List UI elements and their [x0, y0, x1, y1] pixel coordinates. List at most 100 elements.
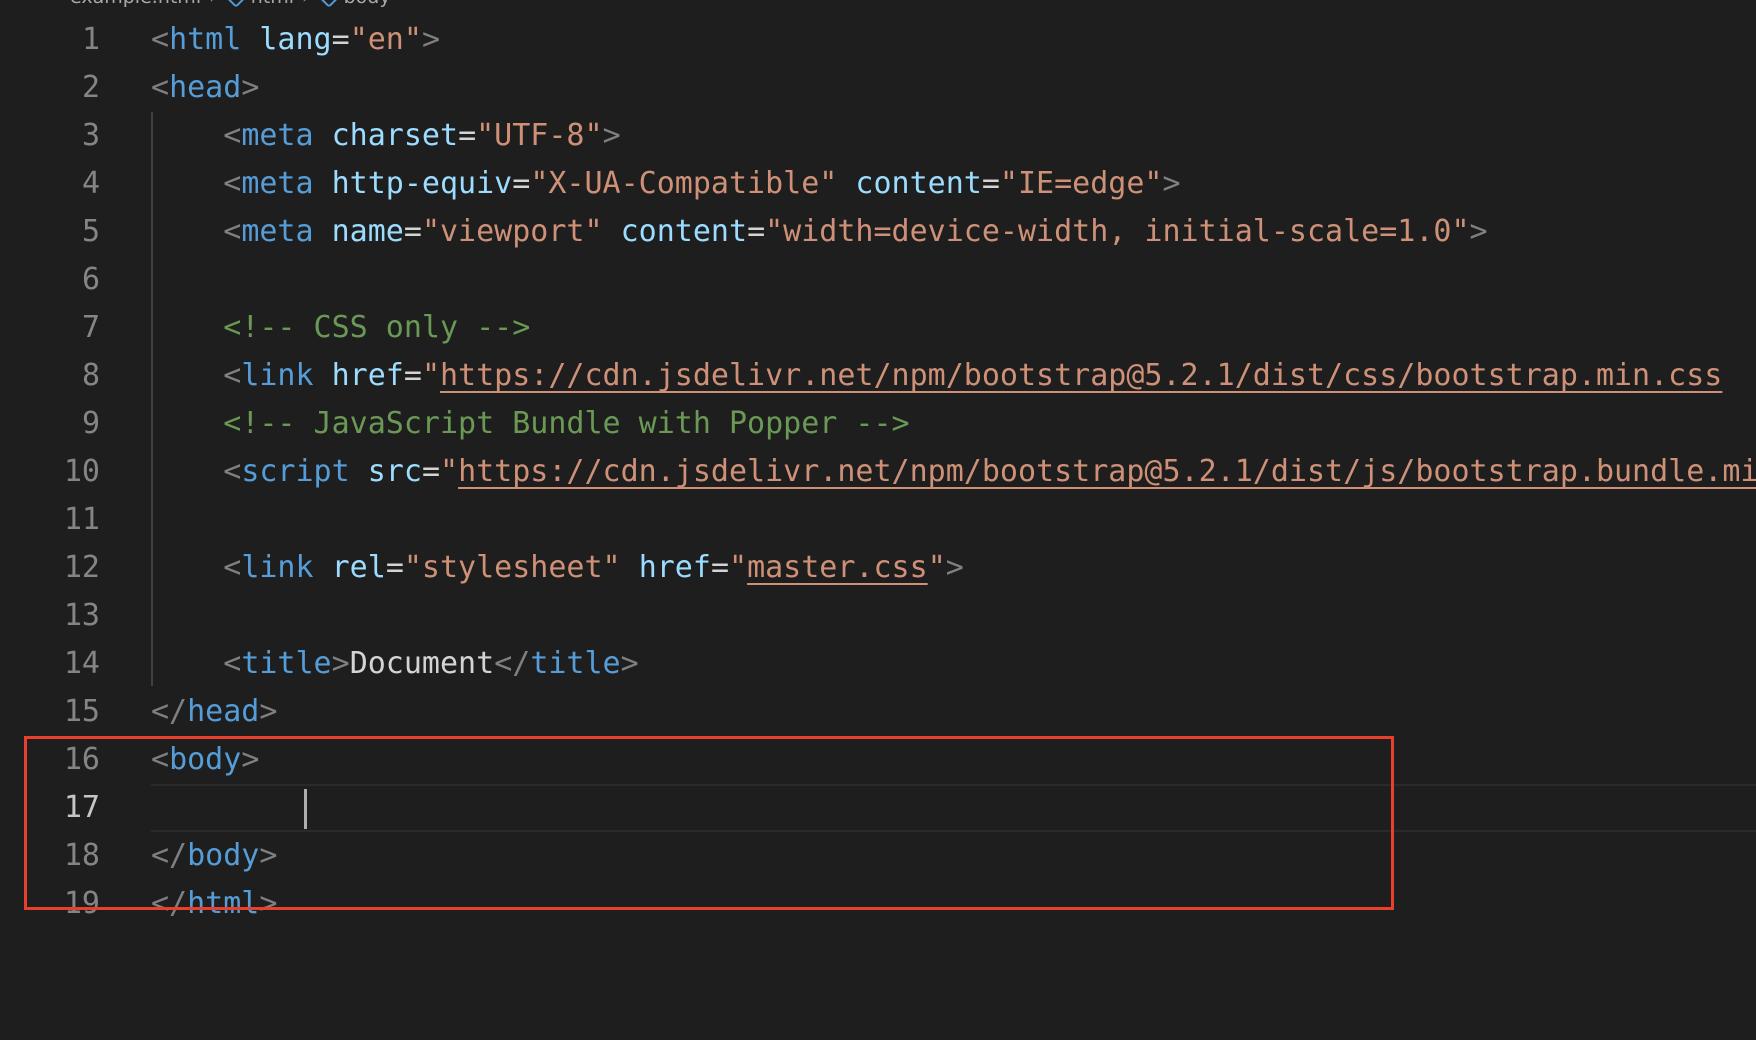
token: <	[223, 214, 242, 249]
token: >	[259, 694, 278, 729]
link-url[interactable]: master.css	[747, 550, 928, 585]
html-element-icon	[225, 0, 246, 8]
token: =	[458, 118, 477, 153]
code-line-5[interactable]: <meta name="viewport" content="width=dev…	[151, 208, 1756, 256]
line-number-active: 17	[63, 790, 100, 825]
code-area[interactable]: <html lang="en"> <head> <meta charset="U…	[151, 16, 1756, 928]
line-number: 3	[81, 118, 100, 153]
token: >	[602, 118, 621, 153]
code-editor[interactable]: example.html › html › body 1 2 3 4 5 6 7 8 9…	[0, 0, 1756, 1040]
line-number-gutter[interactable]: 1 2 3 4 5 6 7 8 9 10 11 12 13 14 15 16 1…	[0, 16, 100, 928]
line-number: 18	[63, 838, 100, 873]
line-number: 12	[63, 550, 100, 585]
code-line-2[interactable]: <head>	[151, 64, 1756, 112]
token: =	[421, 454, 440, 489]
token: =	[981, 166, 1000, 201]
token: </	[151, 838, 188, 873]
token: <	[223, 550, 242, 585]
line-number: 2	[81, 70, 100, 105]
token: <	[151, 70, 170, 105]
token-attr: lang	[259, 22, 332, 57]
token-attr: src	[367, 454, 422, 489]
token: =	[403, 358, 422, 393]
token-tag: head	[187, 694, 260, 729]
code-line-12[interactable]: <link rel="stylesheet" href="master.css"…	[151, 544, 1756, 592]
token-string: "	[729, 550, 748, 585]
code-line-6[interactable]	[151, 256, 1756, 304]
body-element-icon	[318, 0, 339, 8]
breadcrumb-item-body[interactable]: body	[344, 0, 391, 8]
line-number: 11	[63, 502, 100, 537]
text-cursor	[304, 788, 307, 829]
token-string: "stylesheet"	[403, 550, 621, 585]
token-tag: meta	[241, 118, 314, 153]
token: >	[331, 646, 350, 681]
line-number: 1	[81, 22, 100, 57]
token: </	[494, 646, 531, 681]
token: >	[259, 838, 278, 873]
line-number: 13	[63, 598, 100, 633]
token-string: "en"	[349, 22, 422, 57]
token: >	[1469, 214, 1488, 249]
line-number: 19	[63, 886, 100, 921]
code-line-18[interactable]: </body>	[151, 832, 1756, 880]
token-tag: link	[241, 550, 314, 585]
token-tag: meta	[241, 166, 314, 201]
line-number: 9	[81, 406, 100, 441]
breadcrumb-item-html[interactable]: html	[251, 0, 294, 8]
line-number: 5	[81, 214, 100, 249]
code-line-17-current[interactable]	[151, 784, 1756, 832]
code-line-8[interactable]: <link href="https://cdn.jsdelivr.net/npm…	[151, 352, 1756, 400]
token: >	[620, 646, 639, 681]
code-line-13[interactable]	[151, 592, 1756, 640]
code-line-11[interactable]	[151, 496, 1756, 544]
line-number: 15	[63, 694, 100, 729]
line-number: 7	[81, 310, 100, 345]
token-string: "	[927, 550, 946, 585]
token-tag: script	[241, 454, 350, 489]
token-attr: href	[331, 358, 404, 393]
token: </	[151, 694, 188, 729]
code-line-16[interactable]: <body>	[151, 736, 1756, 784]
token: >	[1162, 166, 1181, 201]
token: <	[223, 166, 242, 201]
token-text: Document	[349, 646, 495, 681]
token: =	[512, 166, 531, 201]
breadcrumb: example.html › html › body	[70, 0, 391, 8]
token-attr: name	[331, 214, 404, 249]
code-line-14[interactable]: <title>Document</title>	[151, 640, 1756, 688]
token-attr: content	[855, 166, 982, 201]
token: <	[223, 118, 242, 153]
token-tag: title	[530, 646, 621, 681]
token-tag: link	[241, 358, 314, 393]
token: </	[151, 886, 188, 921]
token: <	[223, 358, 242, 393]
code-line-19[interactable]: </html>	[151, 880, 1756, 928]
token: <	[151, 22, 170, 57]
link-url[interactable]: https://cdn.jsdelivr.net/npm/bootstrap@5…	[440, 358, 1722, 393]
token-string: "	[421, 358, 440, 393]
token: =	[747, 214, 766, 249]
token: <	[151, 742, 170, 777]
token-string: "	[440, 454, 459, 489]
token: =	[331, 22, 350, 57]
token-tag: html	[187, 886, 260, 921]
token-comment: <!-- CSS only -->	[223, 310, 531, 345]
line-number: 4	[81, 166, 100, 201]
chevron-right-icon: ›	[209, 0, 217, 8]
code-line-3[interactable]: <meta charset="UTF-8">	[151, 112, 1756, 160]
token-tag: body	[187, 838, 260, 873]
line-number: 10	[63, 454, 100, 489]
token-tag: meta	[241, 214, 314, 249]
code-line-4[interactable]: <meta http-equiv="X-UA-Compatible" conte…	[151, 160, 1756, 208]
token-attr: rel	[331, 550, 386, 585]
token-tag: title	[241, 646, 332, 681]
code-line-1[interactable]: <html lang="en">	[151, 16, 1756, 64]
code-line-10[interactable]: <script src="https://cdn.jsdelivr.net/np…	[151, 448, 1756, 496]
code-line-15[interactable]: </head>	[151, 688, 1756, 736]
code-line-9[interactable]: <!-- JavaScript Bundle with Popper -->	[151, 400, 1756, 448]
code-line-7[interactable]: <!-- CSS only -->	[151, 304, 1756, 352]
token: >	[241, 70, 260, 105]
breadcrumb-file[interactable]: example.html	[70, 0, 201, 8]
link-url[interactable]: https://cdn.jsdelivr.net/npm/bootstrap@5…	[458, 454, 1756, 489]
